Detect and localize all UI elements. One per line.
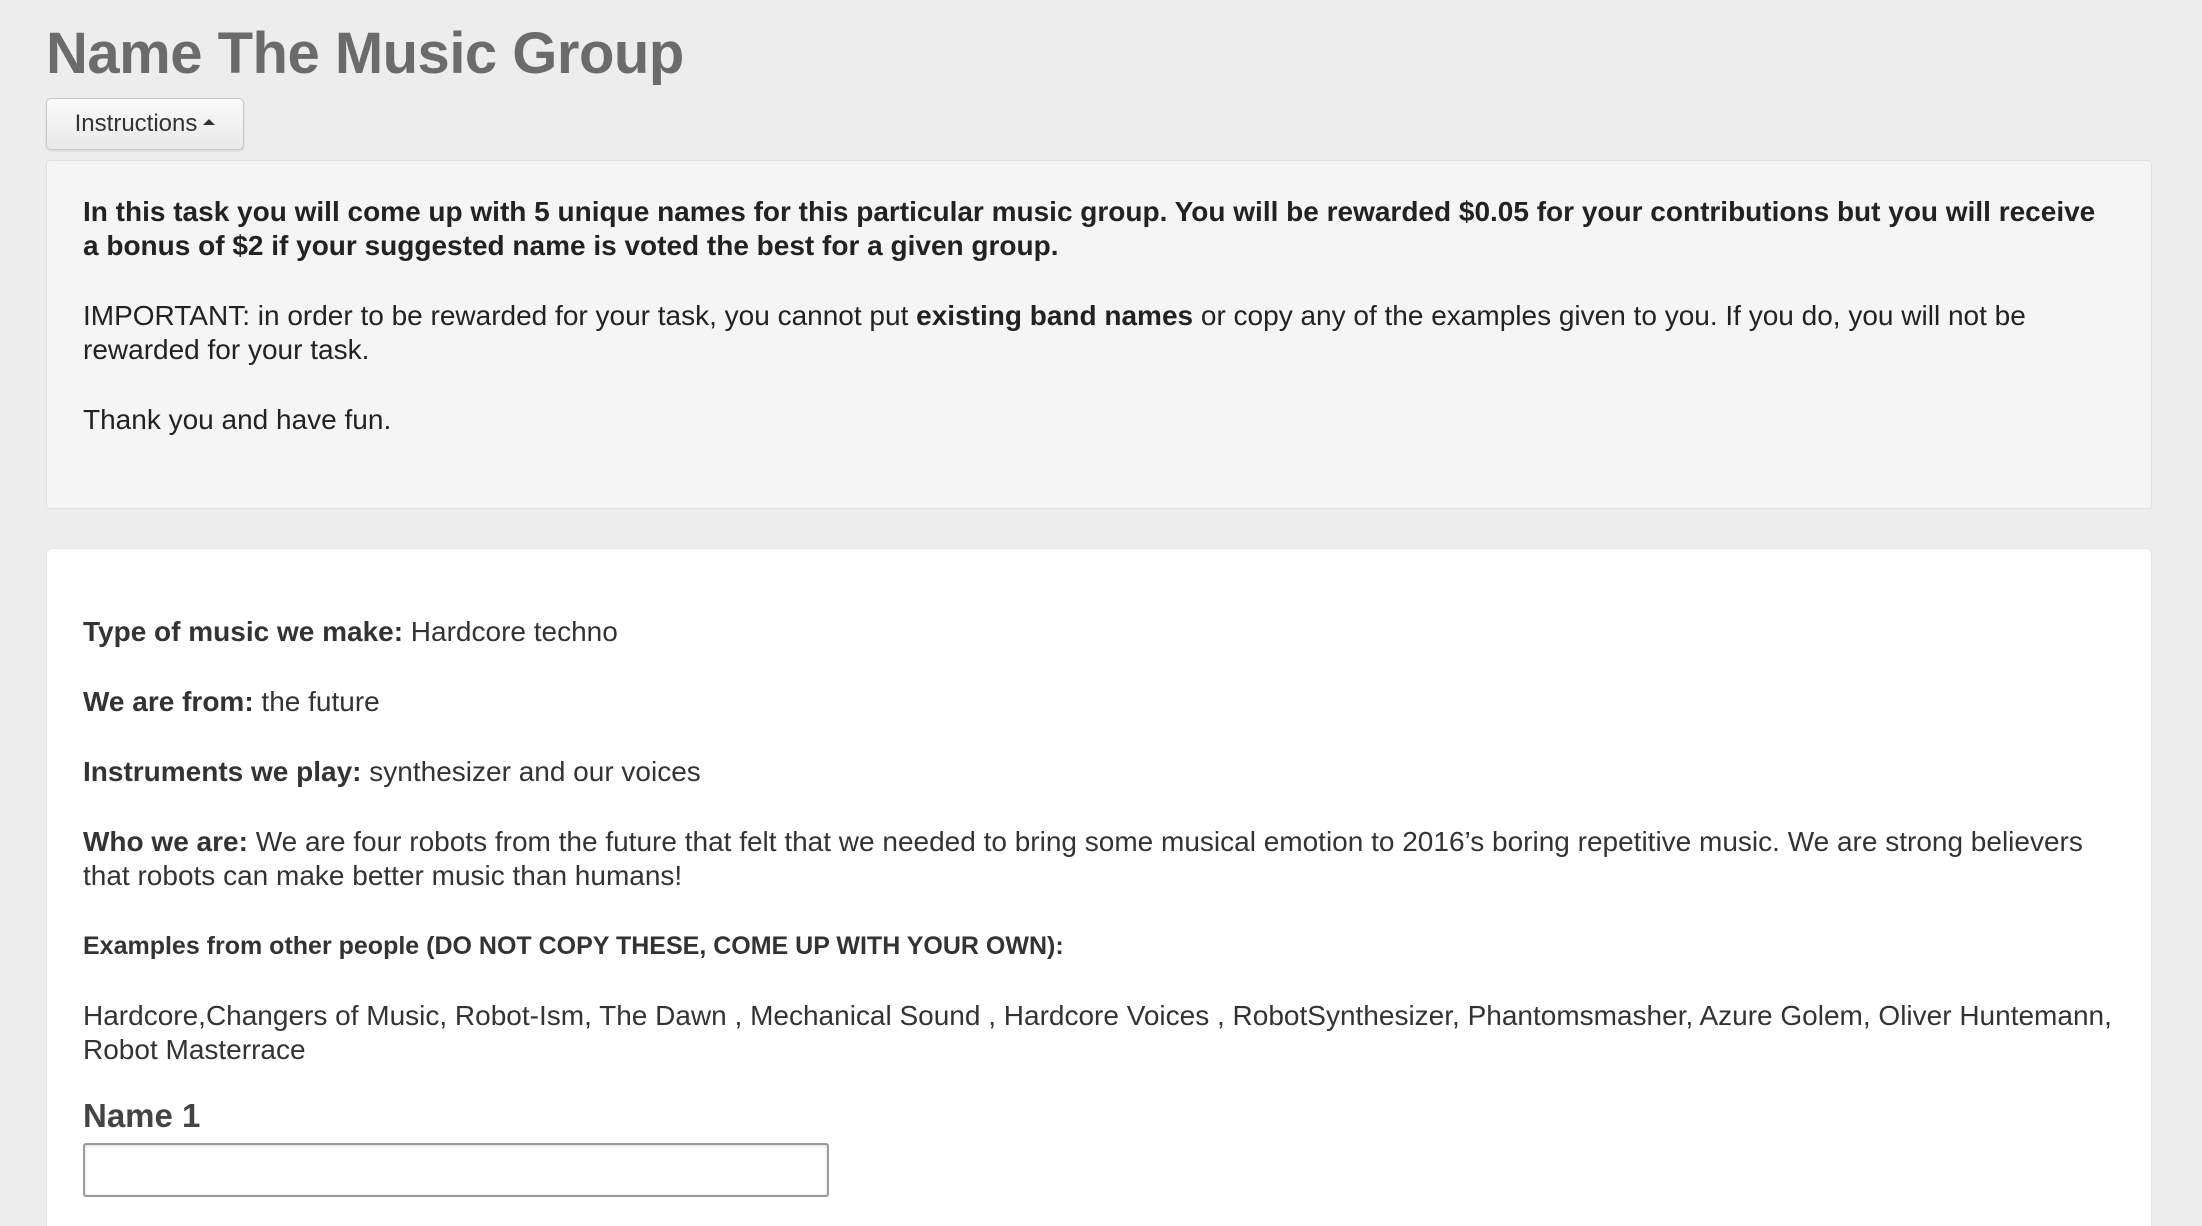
important-text-start: IMPORTANT: in order to be rewarded for y… — [83, 300, 917, 331]
important-text-bold: existing band names — [916, 300, 1194, 331]
instruments-value: synthesizer and our voices — [361, 756, 701, 787]
music-type-label: Type of music we make: — [83, 616, 404, 647]
name-1-input[interactable] — [83, 1143, 829, 1197]
origin-value: the future — [253, 686, 380, 717]
instructions-paragraph-thanks: Thank you and have fun. — [83, 404, 392, 435]
origin-label: We are from: — [83, 686, 254, 717]
page: Name The Music Group Instructions In thi… — [0, 0, 2202, 1226]
instructions-paragraph-reward: In this task you will come up with 5 uni… — [83, 196, 2096, 261]
instructions-button-label: Instructions — [74, 110, 198, 137]
task-form-panel: Type of music we make: Hardcore techno W… — [46, 548, 2152, 1226]
instructions-toggle-button[interactable]: Instructions — [46, 98, 244, 150]
who-we-are-value: We are four robots from the future that … — [83, 826, 2083, 891]
who-we-are-row: Who we are: We are four robots from the … — [83, 825, 2115, 893]
examples-heading: Examples from other people (DO NOT COPY … — [83, 932, 1064, 960]
caret-up-icon — [203, 119, 216, 125]
instruments-label: Instruments we play: — [83, 756, 362, 787]
page-title: Name The Music Group — [46, 21, 684, 86]
music-type-value: Hardcore techno — [403, 616, 618, 647]
music-type-row: Type of music we make: Hardcore techno — [83, 615, 2115, 649]
name-1-label: Name 1 — [83, 1097, 201, 1134]
instructions-panel: In this task you will come up with 5 uni… — [46, 160, 2152, 509]
instruments-row: Instruments we play: synthesizer and our… — [83, 755, 2115, 789]
who-we-are-label: Who we are: — [83, 826, 248, 857]
origin-row: We are from: the future — [83, 685, 2115, 719]
examples-list: Hardcore,Changers of Music, Robot-Ism, T… — [83, 1000, 2112, 1065]
instructions-paragraph-important: IMPORTANT: in order to be rewarded for y… — [83, 299, 2115, 367]
